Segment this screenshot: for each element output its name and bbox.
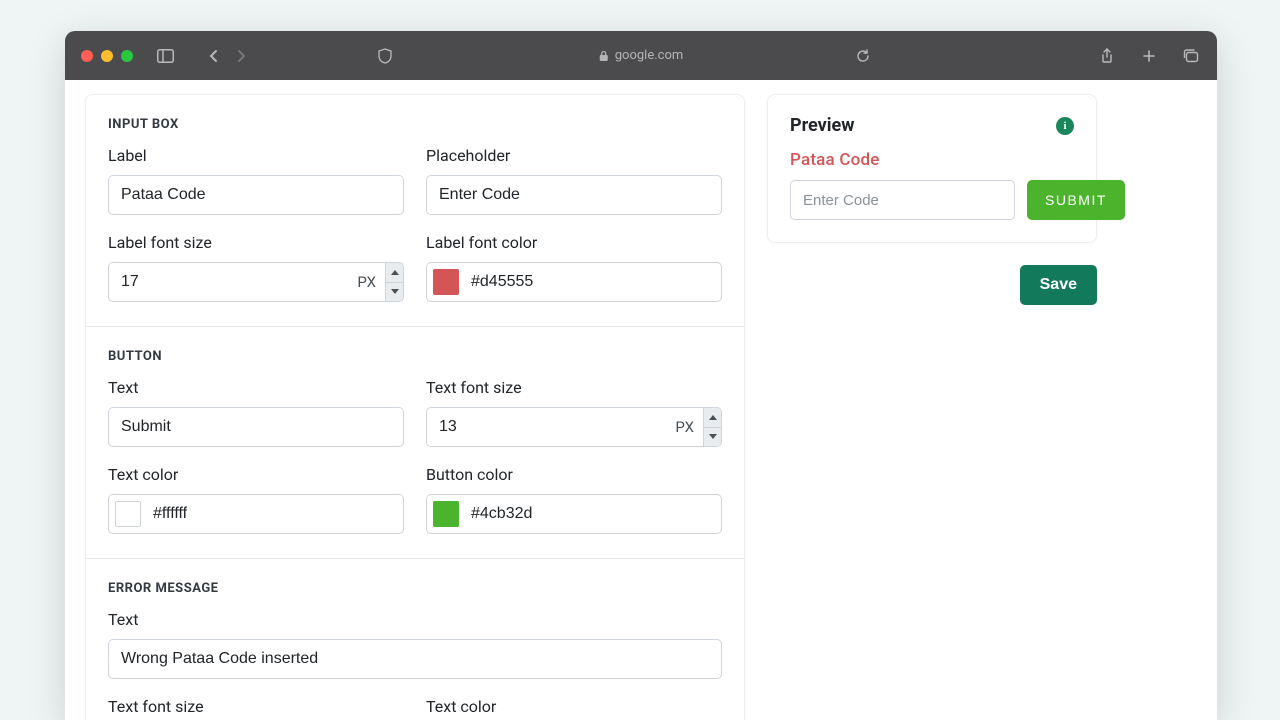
reload-button[interactable]: [853, 46, 873, 66]
step-down-button[interactable]: [386, 283, 403, 302]
field-error-text-color: Text color: [426, 697, 722, 720]
save-button[interactable]: Save: [1020, 265, 1097, 305]
back-button[interactable]: [203, 46, 223, 66]
preview-label: Pataa Code: [790, 150, 1074, 170]
info-icon[interactable]: i: [1056, 117, 1074, 135]
forward-button[interactable]: [231, 46, 251, 66]
field-label-text: Text color: [108, 465, 404, 484]
input-error-text[interactable]: [108, 639, 722, 679]
field-error-font-size: Text font size PX: [108, 697, 404, 720]
field-button-text-color: Text color: [108, 465, 404, 534]
step-up-button[interactable]: [386, 263, 403, 283]
preview-title: Preview: [790, 115, 854, 136]
field-placeholder: Placeholder: [426, 146, 722, 215]
sidebar-toggle-icon[interactable]: [155, 46, 175, 66]
field-label-text: Text color: [426, 697, 722, 716]
input-label-font-size[interactable]: [108, 262, 404, 302]
field-label-text: Text font size: [108, 697, 404, 716]
minimize-window-button[interactable]: [101, 50, 113, 62]
browser-window: google.com INPUT BOX Label: [65, 31, 1217, 720]
color-swatch[interactable]: [433, 501, 459, 527]
input-button-font-size[interactable]: [426, 407, 722, 447]
input-button-text[interactable]: [108, 407, 404, 447]
field-button-color: Button color: [426, 465, 722, 534]
step-down-button[interactable]: [704, 428, 721, 447]
window-controls: [81, 50, 133, 62]
color-swatch[interactable]: [115, 501, 141, 527]
number-stepper: [703, 408, 721, 446]
field-label-text: Button color: [426, 465, 722, 484]
section-input-box: INPUT BOX Label Placeholder Label font s…: [86, 95, 744, 327]
color-input[interactable]: [426, 494, 722, 534]
section-title: BUTTON: [108, 349, 722, 364]
side-panel: Preview i Pataa Code SUBMIT Save: [767, 94, 1097, 305]
field-label-text: Label font color: [426, 233, 722, 252]
color-hex-input[interactable]: [471, 273, 709, 291]
browser-toolbar: google.com: [65, 31, 1217, 80]
section-button: BUTTON Text Text font size PX: [86, 327, 744, 559]
color-input[interactable]: [108, 494, 404, 534]
preview-input[interactable]: [790, 180, 1015, 220]
field-label-text: Label font size: [108, 233, 404, 252]
field-label-text: Text: [108, 610, 722, 629]
config-panel: INPUT BOX Label Placeholder Label font s…: [85, 94, 745, 720]
color-hex-input[interactable]: [153, 505, 391, 523]
number-stepper: [385, 263, 403, 301]
shield-icon[interactable]: [375, 46, 395, 66]
color-swatch[interactable]: [433, 269, 459, 295]
address-bar[interactable]: google.com: [599, 48, 684, 63]
field-button-text: Text: [108, 378, 404, 447]
close-window-button[interactable]: [81, 50, 93, 62]
lock-icon: [599, 50, 609, 62]
field-error-text: Text: [108, 610, 722, 679]
field-label-font-color: Label font color: [426, 233, 722, 302]
field-label-font-size: Label font size PX: [108, 233, 404, 302]
field-label-text: Placeholder: [426, 146, 722, 165]
input-placeholder-value[interactable]: [426, 175, 722, 215]
section-title: INPUT BOX: [108, 117, 722, 132]
color-input[interactable]: [426, 262, 722, 302]
section-title: ERROR MESSAGE: [108, 581, 722, 596]
share-icon[interactable]: [1097, 46, 1117, 66]
field-button-font-size: Text font size PX: [426, 378, 722, 447]
url-host: google.com: [615, 48, 684, 63]
section-error-message: ERROR MESSAGE Text Text font size PX: [86, 559, 744, 720]
input-label-value[interactable]: [108, 175, 404, 215]
color-hex-input[interactable]: [471, 505, 709, 523]
new-tab-icon[interactable]: [1139, 46, 1159, 66]
field-label-text: Text font size: [426, 378, 722, 397]
preview-card: Preview i Pataa Code SUBMIT: [767, 94, 1097, 243]
preview-submit-button[interactable]: SUBMIT: [1027, 180, 1125, 220]
page-content: INPUT BOX Label Placeholder Label font s…: [65, 80, 1217, 720]
field-label-text: Label: [108, 146, 404, 165]
step-up-button[interactable]: [704, 408, 721, 428]
maximize-window-button[interactable]: [121, 50, 133, 62]
field-label-text: Text: [108, 378, 404, 397]
field-label: Label: [108, 146, 404, 215]
tabs-overview-icon[interactable]: [1181, 46, 1201, 66]
